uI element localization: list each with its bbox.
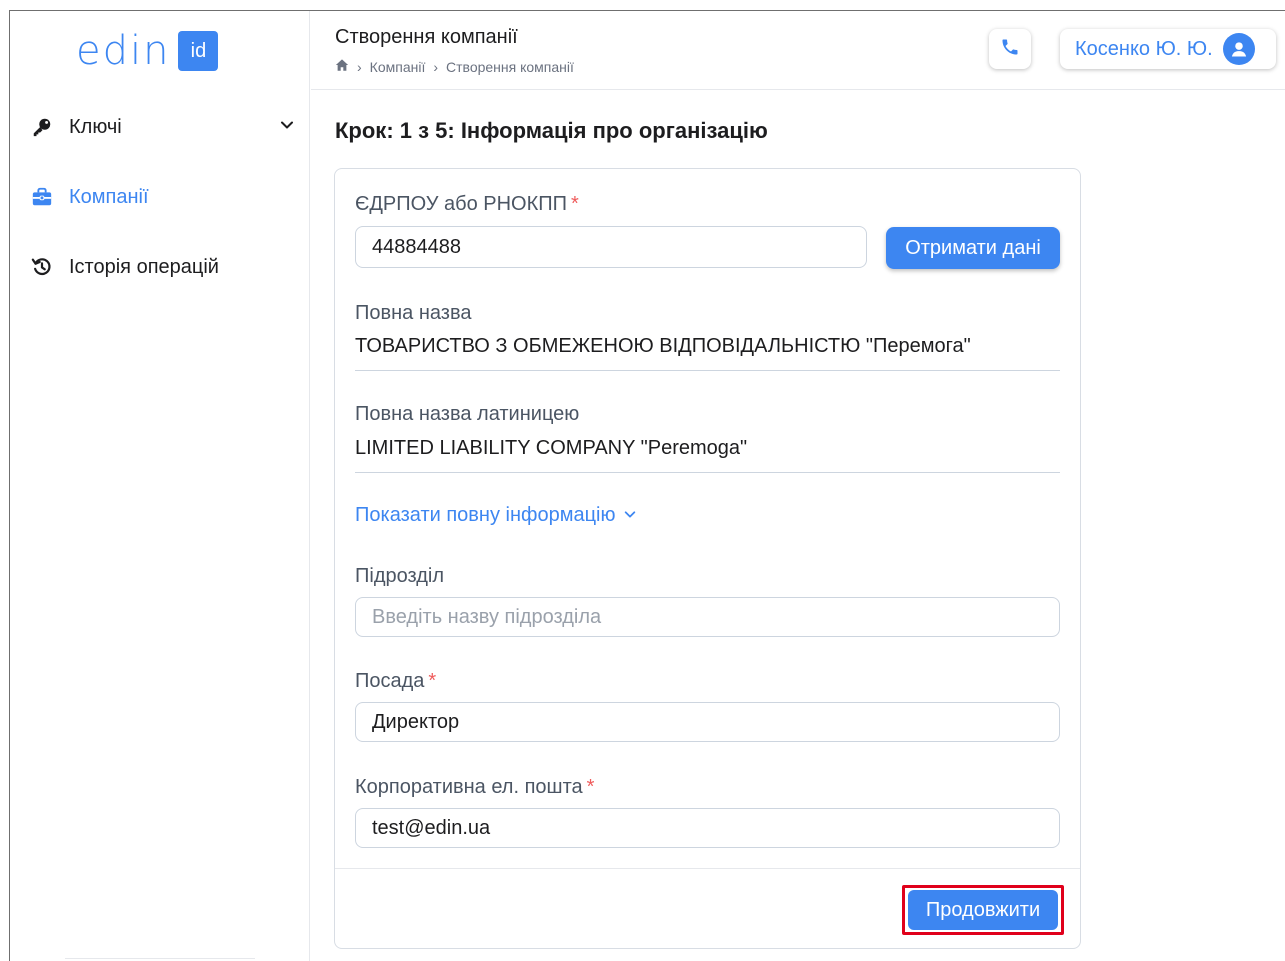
page-header: Створення компанії › Компанії › Створенн… [311, 11, 1285, 90]
home-icon[interactable] [335, 58, 349, 75]
breadcrumb-separator: › [357, 58, 362, 75]
user-menu-button[interactable]: Косенко Ю. Ю. [1060, 29, 1276, 69]
chevron-down-icon [623, 504, 637, 527]
email-label: Корпоративна ел. пошта * [355, 776, 594, 799]
logo-text: edin [76, 28, 171, 74]
edin-id-logo[interactable]: edin id [76, 28, 219, 74]
history-icon [30, 255, 54, 279]
step-title: Крок: 1 з 5: Інформація про організацію [335, 118, 768, 143]
full-name-value: ТОВАРИСТВО З ОБМЕЖЕНОЮ ВІДПОВІДАЛЬНІСТЮ … [355, 333, 1060, 371]
sidebar-item-companies[interactable]: Компанії [30, 182, 149, 212]
phone-button[interactable] [989, 29, 1031, 69]
continue-button[interactable]: Продовжити [908, 890, 1058, 930]
show-full-info-link[interactable]: Показати повну інформацію [355, 504, 637, 527]
divider [335, 868, 1080, 869]
email-label-text: Корпоративна ел. пошта [355, 776, 583, 798]
position-label: Посада * [355, 670, 436, 693]
highlight-box: Продовжити [902, 885, 1064, 935]
briefcase-icon [30, 185, 54, 209]
get-data-button[interactable]: Отримати дані [886, 227, 1060, 269]
sidebar: edin id Ключі Компанії Історія операцій [10, 11, 310, 961]
user-avatar-icon [1222, 33, 1255, 65]
sidebar-item-label: Історія операцій [69, 255, 219, 278]
sidebar-item-label: Ключі [69, 115, 122, 138]
show-full-info-label: Показати повну інформацію [355, 504, 616, 526]
key-icon [30, 115, 54, 139]
full-name-label: Повна назва [355, 302, 472, 324]
chevron-down-icon[interactable] [279, 116, 295, 139]
full-name-latin-value: LIMITED LIABILITY COMPANY "Peremoga" [355, 435, 1060, 473]
required-mark: * [571, 193, 579, 215]
breadcrumb: › Компанії › Створення компанії [335, 58, 574, 75]
position-input[interactable]: Директор [355, 702, 1060, 742]
required-mark: * [586, 776, 595, 798]
edrpou-input[interactable]: 44884488 [355, 226, 867, 268]
department-input[interactable]: Введіть назву підрозділа [355, 597, 1060, 637]
edrpou-label-text: ЄДРПОУ або РНОКПП [355, 193, 568, 215]
logo-badge: id [178, 31, 219, 71]
full-name-latin-label: Повна назва латиницею [355, 403, 580, 425]
sidebar-item-history[interactable]: Історія операцій [30, 252, 219, 282]
breadcrumb-companies-link[interactable]: Компанії [370, 59, 426, 75]
organization-info-form: ЄДРПОУ або РНОКПП * 44884488 Отримати дан… [334, 168, 1081, 949]
edrpou-label: ЄДРПОУ або РНОКПП * [355, 193, 579, 216]
required-mark: * [428, 670, 437, 692]
breadcrumb-separator: › [433, 58, 439, 75]
divider [65, 958, 255, 959]
breadcrumb-current: Створення компанії [446, 58, 574, 75]
department-label: Підрозділ [355, 565, 445, 587]
position-label-text: Посада [355, 670, 425, 692]
email-input[interactable]: test@edin.ua [355, 808, 1060, 848]
user-name: Косенко Ю. Ю. [1075, 37, 1213, 60]
page-title: Створення компанії [335, 26, 518, 48]
sidebar-item-keys[interactable]: Ключі [30, 112, 295, 142]
sidebar-item-label: Компанії [69, 185, 149, 208]
phone-icon [1000, 37, 1020, 62]
